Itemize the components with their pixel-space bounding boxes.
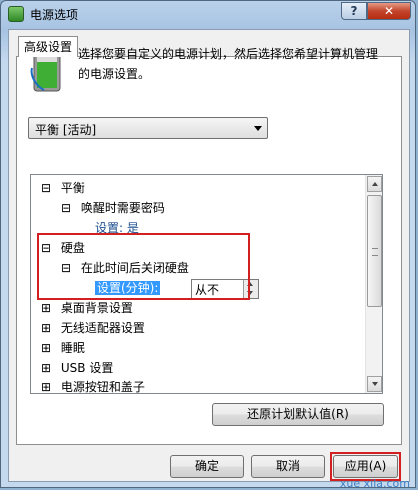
expand-icon[interactable]: ⊞: [41, 380, 51, 393]
dropdown-selected-value: 平衡 [活动]: [35, 123, 97, 137]
arrow-up-icon: [372, 182, 378, 186]
tree-item-wake-password[interactable]: ⊟ 唤醒时需要密码: [61, 199, 165, 217]
tree-item-label: 唤醒时需要密码: [80, 201, 165, 215]
tree-item-usb[interactable]: ⊞ USB 设置: [41, 359, 113, 377]
expand-icon[interactable]: ⊞: [41, 361, 51, 375]
arrow-down-icon: [372, 382, 378, 386]
scroll-thumb[interactable]: [367, 195, 382, 307]
collapse-icon[interactable]: ⊟: [41, 181, 51, 195]
expand-icon[interactable]: ⊞: [41, 321, 51, 335]
plan-description: 选择您要自定义的电源计划，然后选择您希望计算机管理的电源设置。: [78, 47, 379, 81]
tree-scrollbar[interactable]: [365, 175, 382, 393]
tree-item-wireless-adapter[interactable]: ⊞ 无线适配器设置: [41, 319, 145, 337]
tree-item-label: 无线适配器设置: [60, 321, 145, 335]
power-plan-dropdown[interactable]: 平衡 [活动]: [28, 117, 268, 139]
scroll-up-button[interactable]: [367, 176, 382, 192]
watermark: xue xila.com: [339, 477, 410, 490]
power-options-icon: [8, 6, 24, 22]
tab-advanced-settings[interactable]: 高级设置: [18, 36, 78, 57]
tree-item-label: USB 设置: [60, 361, 114, 375]
expand-icon[interactable]: ⊞: [41, 341, 51, 355]
restore-defaults-button[interactable]: 还原计划默认值(R): [212, 403, 384, 426]
cancel-button[interactable]: 取消: [251, 455, 325, 478]
tree-item-label: 平衡: [60, 181, 85, 195]
expand-icon[interactable]: ⊞: [41, 301, 51, 315]
collapse-icon[interactable]: ⊟: [61, 201, 71, 215]
window-title: 电源选项: [30, 8, 79, 22]
title-bar: 电源选项 ? ✕: [1, 1, 415, 29]
scroll-down-button[interactable]: [367, 376, 382, 392]
tree-item-label: 睡眠: [60, 341, 85, 355]
close-button[interactable]: ✕: [367, 2, 411, 20]
ok-button[interactable]: 确定: [170, 455, 244, 478]
tree-item-balanced[interactable]: ⊟ 平衡: [41, 179, 85, 197]
tree-item-label: 桌面背景设置: [60, 301, 133, 315]
tree-item-sleep[interactable]: ⊞ 睡眠: [41, 339, 85, 357]
tree-item-desktop-background[interactable]: ⊞ 桌面背景设置: [41, 299, 133, 317]
chevron-down-icon: [254, 126, 262, 131]
highlight-box-hard-disk: [37, 233, 250, 300]
help-button[interactable]: ?: [341, 2, 367, 20]
apply-button[interactable]: 应用(A): [333, 455, 398, 478]
tree-item-label: 电源按钮和盖子: [60, 380, 145, 394]
tree-item-power-buttons[interactable]: ⊞ 电源按钮和盖子: [41, 378, 145, 394]
grip-icon: [372, 248, 378, 256]
